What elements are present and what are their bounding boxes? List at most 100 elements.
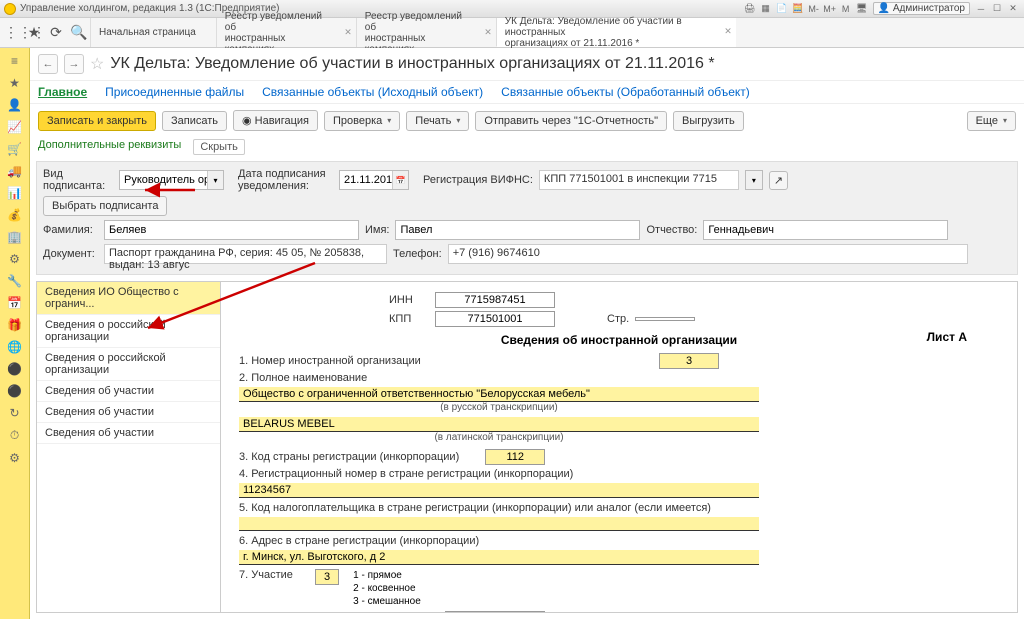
print-button[interactable]: Печать▾ <box>406 111 469 131</box>
chart-icon[interactable]: 📈 <box>7 120 22 134</box>
document-label: Документ: <box>43 248 98 260</box>
doc-header: ← → ☆ УК Дельта: Уведомление об участии … <box>30 48 1024 81</box>
tabs: Начальная страница Реестр уведомлений об… <box>90 18 1024 47</box>
reg-open-button[interactable]: ↗ <box>769 171 788 190</box>
m-plus-icon[interactable]: M+ <box>823 2 837 16</box>
nav-button[interactable]: ◉ Навигация <box>233 110 318 131</box>
page-value[interactable] <box>635 317 695 321</box>
f2-ru-value[interactable]: Общество с ограниченной ответственностью… <box>239 387 759 402</box>
tab-document[interactable]: УК Дельта: Уведомление об участии в инос… <box>496 18 736 47</box>
calc-icon[interactable]: 🧮 <box>791 2 805 16</box>
org-icon[interactable]: 🏢 <box>7 230 22 244</box>
favorite-icon[interactable]: ☆ <box>90 54 104 74</box>
tab-start[interactable]: Начальная страница <box>90 18 216 47</box>
search-icon[interactable]: 🔍 <box>70 24 86 41</box>
bars-icon[interactable]: 📊 <box>7 186 22 200</box>
close-icon[interactable]: ✕ <box>1006 2 1020 16</box>
reg-label: Регистрация ВИФНС: <box>423 174 533 186</box>
dot-icon[interactable]: ⚫ <box>7 362 22 376</box>
chevron-down-icon[interactable]: ▾ <box>207 171 223 189</box>
f5-label: 5. Код налогоплательщика в стране регист… <box>239 502 711 514</box>
f7-value[interactable]: 3 <box>315 569 339 585</box>
user-icon[interactable]: 👤 <box>7 98 22 112</box>
tools-icon[interactable]: 🔧 <box>7 274 22 288</box>
tab-registry-2[interactable]: Реестр уведомлений обиностранных компани… <box>356 18 496 47</box>
screen-icon[interactable]: 🖥 <box>855 2 869 16</box>
doc-icon[interactable]: 📄 <box>775 2 789 16</box>
reg-select-icon[interactable]: ▾ <box>745 170 763 190</box>
user-badge[interactable]: 👤 Администратор <box>873 2 970 15</box>
firstname-input[interactable] <box>395 220 640 240</box>
nav-linked-proc[interactable]: Связанные объекты (Обработанный объект) <box>501 85 750 99</box>
forward-button[interactable]: → <box>64 54 84 74</box>
additional-requisites: Дополнительные реквизиты Скрыть <box>30 137 1024 161</box>
tree-item-io[interactable]: Сведения ИО Общество с огранич... <box>37 282 220 315</box>
left-sidebar: ≡ ★ 👤 📈 🛒 🚚 📊 💰 🏢 ⚙ 🔧 📅 🎁 🌐 ⚫ ⚫ ↻ ⏱ ⚙ <box>0 48 30 619</box>
f8-value[interactable]: 04.04.2016 <box>445 611 545 613</box>
f2-lat-value[interactable]: BELARUS MEBEL <box>239 417 759 432</box>
nav-linked-src[interactable]: Связанные объекты (Исходный объект) <box>262 85 483 99</box>
globe-icon[interactable]: 🌐 <box>7 340 22 354</box>
m-icon[interactable]: M <box>839 2 853 16</box>
print-icon[interactable]: 🖨 <box>743 2 757 16</box>
f1-value[interactable]: 3 <box>659 353 719 369</box>
document-field[interactable]: Паспорт гражданина РФ, серия: 45 05, № 2… <box>104 244 387 264</box>
kpp-value[interactable]: 771501001 <box>435 311 555 327</box>
settings-icon[interactable]: ⚙ <box>9 451 20 465</box>
f4-value[interactable]: 11234567 <box>239 483 759 498</box>
more-button[interactable]: Еще▾ <box>967 111 1016 131</box>
f6-value[interactable]: г. Минск, ул. Выготского, д 2 <box>239 550 759 565</box>
tree-item-part-3[interactable]: Сведения об участии <box>37 423 220 444</box>
doc-nav: Главное Присоединенные файлы Связанные о… <box>30 81 1024 104</box>
history-icon[interactable]: ⟳ <box>48 24 64 41</box>
phone-field[interactable]: +7 (916) 9674610 <box>448 244 968 264</box>
star-icon[interactable]: ★ <box>26 24 42 41</box>
hide-button[interactable]: Скрыть <box>193 139 245 155</box>
tree-item-part-2[interactable]: Сведения об участии <box>37 402 220 423</box>
send-button[interactable]: Отправить через "1С-Отчетность" <box>475 111 667 131</box>
calendar-icon[interactable]: 📅 <box>392 171 408 189</box>
f6-label: 6. Адрес в стране регистрации (инкорпора… <box>239 535 479 547</box>
gear-icon[interactable]: ⚙ <box>9 252 20 266</box>
tree-item-part-1[interactable]: Сведения об участии <box>37 381 220 402</box>
apps-icon[interactable]: ⋮⋮⋮ <box>4 24 20 41</box>
timer-icon[interactable]: ⏱ <box>10 428 19 443</box>
toolbar: Записать и закрыть Записать ◉ Навигация … <box>30 104 1024 137</box>
maximize-icon[interactable]: ☐ <box>990 2 1004 16</box>
inn-value[interactable]: 7715987451 <box>435 292 555 308</box>
f4-label: 4. Регистрационный номер в стране регист… <box>239 468 573 480</box>
m-minus-icon[interactable]: M- <box>807 2 821 16</box>
nav-main[interactable]: Главное <box>38 85 87 99</box>
menu-icon[interactable]: ≡ <box>11 54 18 68</box>
f5-value[interactable] <box>239 517 759 531</box>
check-button[interactable]: Проверка▾ <box>324 111 400 131</box>
close-icon[interactable]: ✕ <box>344 28 352 38</box>
record-close-button[interactable]: Записать и закрыть <box>38 111 156 131</box>
cart-icon[interactable]: 🛒 <box>7 142 22 156</box>
close-icon[interactable]: ✕ <box>724 27 732 37</box>
export-button[interactable]: Выгрузить <box>673 111 744 131</box>
lastname-label: Фамилия: <box>43 224 98 236</box>
calendar-icon[interactable]: 📅 <box>7 296 22 310</box>
close-icon[interactable]: ✕ <box>484 28 492 38</box>
refresh-icon[interactable]: ↻ <box>9 406 19 420</box>
lastname-input[interactable] <box>104 220 359 240</box>
tree-item-ru-org-2[interactable]: Сведения о российской организации <box>37 348 220 381</box>
money-icon[interactable]: 💰 <box>7 208 22 222</box>
truck-icon[interactable]: 🚚 <box>7 164 22 178</box>
tab-registry-1[interactable]: Реестр уведомлений обиностранных компани… <box>216 18 356 47</box>
choose-signer-button[interactable]: Выбрать подписанта <box>43 196 167 216</box>
tree-item-ru-org-1[interactable]: Сведения о российской организации <box>37 315 220 348</box>
grid-icon[interactable]: ▦ <box>759 2 773 16</box>
gift-icon[interactable]: 🎁 <box>7 318 22 332</box>
star-icon[interactable]: ★ <box>9 76 20 90</box>
reg-field[interactable]: КПП 771501001 в инспекции 7715 <box>539 170 739 190</box>
dot2-icon[interactable]: ⚫ <box>7 384 22 398</box>
more-requisites-link[interactable]: Дополнительные реквизиты <box>38 139 181 155</box>
back-button[interactable]: ← <box>38 54 58 74</box>
minimize-icon[interactable]: ─ <box>974 2 988 16</box>
nav-attached[interactable]: Присоединенные файлы <box>105 85 244 99</box>
f3-value[interactable]: 112 <box>485 449 545 465</box>
patronymic-input[interactable] <box>703 220 948 240</box>
record-button[interactable]: Записать <box>162 111 227 131</box>
